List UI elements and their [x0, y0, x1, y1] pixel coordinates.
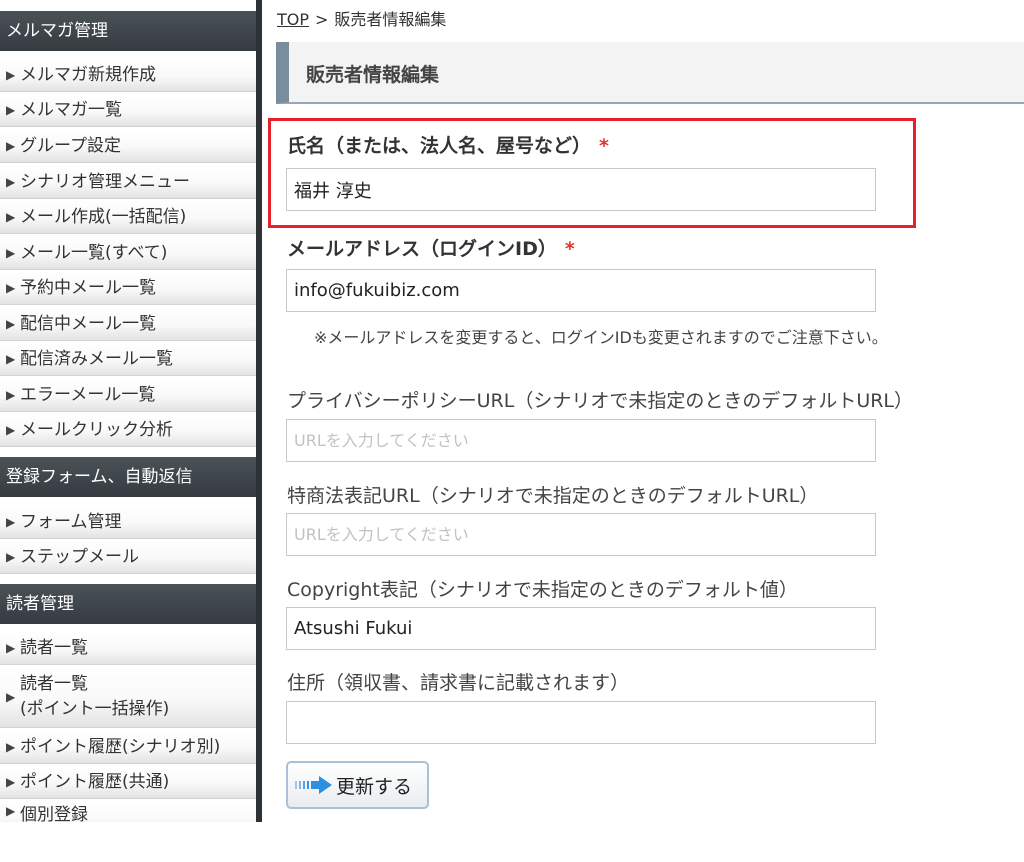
sidebar-item-label: 読者一覧 (ポイント一括操作): [20, 672, 169, 722]
required-mark: *: [599, 135, 609, 157]
update-button[interactable]: 更新する: [286, 761, 429, 809]
sidebar-item-reader-list[interactable]: ▶ 読者一覧: [0, 631, 256, 665]
tokusho-url-label: 特商法表記URL（シナリオで未指定のときのデフォルトURL）: [287, 485, 819, 507]
sidebar-item-mailmag-new[interactable]: ▶ メルマガ新規作成: [0, 59, 256, 92]
sidebar: メルマガ管理 ▶ メルマガ新規作成 ▶ メルマガ一覧 ▶ グループ設定 ▶ シナ…: [0, 0, 262, 862]
app-root: メルマガ管理 ▶ メルマガ新規作成 ▶ メルマガ一覧 ▶ グループ設定 ▶ シナ…: [0, 0, 1024, 862]
triangle-right-icon: ▶: [6, 774, 16, 789]
sidebar-divider: [256, 0, 262, 822]
triangle-right-icon: ▶: [6, 316, 16, 331]
email-label-text: メールアドレス（ログインID）: [287, 238, 557, 260]
triangle-right-icon: ▶: [6, 174, 16, 189]
sidebar-item-label: ステップメール: [20, 546, 139, 567]
tokusho-url-input[interactable]: [286, 513, 876, 556]
triangle-right-icon: ▶: [6, 280, 16, 295]
sidebar-item-scenario-menu[interactable]: ▶ シナリオ管理メニュー: [0, 165, 256, 199]
triangle-right-icon: ▶: [6, 387, 16, 402]
triangle-right-icon: ▶: [6, 138, 16, 153]
triangle-right-icon: ▶: [6, 209, 16, 224]
sidebar-item-label: 配信済みメール一覧: [20, 348, 173, 369]
sidebar-item-label: 読者一覧: [20, 637, 88, 658]
sidebar-item-label: フォーム管理: [20, 511, 122, 532]
copyright-input[interactable]: [286, 607, 876, 650]
email-input[interactable]: [286, 269, 876, 312]
breadcrumb-separator: >: [315, 10, 329, 29]
sidebar-item-label: グループ設定: [20, 135, 121, 156]
page-title-bar: 販売者情報編集: [276, 42, 1024, 104]
breadcrumb: TOP > 販売者情報編集: [277, 6, 446, 30]
sidebar-item-label: メールクリック分析: [20, 419, 173, 440]
page-title: 販売者情報編集: [306, 64, 440, 86]
sidebar-item-label-line1: 読者一覧: [20, 674, 88, 694]
sidebar-item-scheduled-mail[interactable]: ▶ 予約中メール一覧: [0, 271, 256, 305]
sidebar-item-click-analysis[interactable]: ▶ メールクリック分析: [0, 413, 256, 447]
arrow-right-icon: [295, 776, 332, 794]
sidebar-item-step-mail[interactable]: ▶ ステップメール: [0, 540, 256, 574]
triangle-right-icon: ▶: [6, 245, 16, 260]
sidebar-item-label: メルマガ一覧: [20, 100, 122, 120]
sidebar-item-label: 予約中メール一覧: [20, 277, 156, 298]
name-label-text: 氏名（または、法人名、屋号など）: [287, 135, 592, 157]
sidebar-item-mail-list-all[interactable]: ▶ メール一覧(すべて): [0, 236, 256, 270]
update-button-label: 更新する: [336, 775, 413, 798]
triangle-right-icon: ▶: [6, 68, 16, 82]
sidebar-item-sending-mail[interactable]: ▶ 配信中メール一覧: [0, 307, 256, 341]
sidebar-item-error-mail[interactable]: ▶ エラーメール一覧: [0, 378, 256, 412]
address-label: 住所（領収書、請求書に記載されます）: [287, 672, 630, 694]
name-label: 氏名（または、法人名、屋号など） *: [287, 131, 609, 158]
sidebar-section-header-mailmag: メルマガ管理: [0, 11, 256, 51]
triangle-right-icon: ▶: [6, 739, 16, 754]
copyright-label: Copyright表記（シナリオで未指定のときのデフォルト値）: [287, 579, 798, 601]
triangle-right-icon: ▶: [6, 351, 16, 366]
triangle-right-icon: ▶: [6, 514, 16, 529]
sidebar-section-header-readers: 読者管理: [0, 584, 256, 624]
sidebar-item-label: メール作成(一括配信): [20, 206, 187, 227]
sidebar-item-mailmag-list[interactable]: ▶ メルマガ一覧: [0, 94, 256, 127]
triangle-right-icon: ▶: [6, 422, 16, 437]
sidebar-bottom-fill: [0, 822, 262, 862]
sidebar-section-header-forms: 登録フォーム、自動返信: [0, 457, 256, 497]
triangle-right-icon: ▶: [6, 690, 16, 704]
triangle-right-icon: ▶: [6, 640, 16, 655]
triangle-right-icon: ▶: [6, 103, 16, 117]
sidebar-item-label: ポイント履歴(共通): [20, 771, 170, 792]
sidebar-item-group-settings[interactable]: ▶ グループ設定: [0, 129, 256, 163]
sidebar-item-point-history-scenario[interactable]: ▶ ポイント履歴(シナリオ別): [0, 730, 256, 764]
sidebar-item-label: ポイント履歴(シナリオ別): [20, 736, 221, 757]
triangle-right-icon: ▶: [6, 549, 16, 564]
address-input[interactable]: [286, 701, 876, 744]
sidebar-item-label: シナリオ管理メニュー: [20, 171, 190, 192]
name-input[interactable]: [286, 168, 876, 211]
sidebar-item-label: エラーメール一覧: [20, 384, 156, 405]
sidebar-item-label: メルマガ新規作成: [20, 65, 156, 85]
sidebar-item-label: 配信中メール一覧: [20, 313, 156, 334]
breadcrumb-top-link[interactable]: TOP: [277, 10, 309, 29]
sidebar-item-point-history-common[interactable]: ▶ ポイント履歴(共通): [0, 765, 256, 799]
sidebar-item-label-line2: (ポイント一括操作): [20, 699, 170, 719]
email-change-note: ※メールアドレスを変更すると、ログインIDも変更されますのでご注意下さい。: [314, 328, 888, 347]
email-label: メールアドレス（ログインID） *: [287, 234, 575, 261]
privacy-url-input[interactable]: [286, 419, 876, 462]
sidebar-item-sent-mail[interactable]: ▶ 配信済みメール一覧: [0, 342, 256, 376]
breadcrumb-current: 販売者情報編集: [334, 10, 447, 29]
sidebar-item-reader-list-points[interactable]: ▶ 読者一覧 (ポイント一括操作): [0, 667, 256, 728]
sidebar-item-mail-create[interactable]: ▶ メール作成(一括配信): [0, 200, 256, 234]
required-mark: *: [564, 238, 575, 260]
sidebar-item-form-management[interactable]: ▶ フォーム管理: [0, 505, 256, 539]
triangle-right-icon: ▶: [6, 804, 16, 818]
sidebar-item-label: メール一覧(すべて): [20, 242, 168, 263]
privacy-url-label: プライバシーポリシーURL（シナリオで未指定のときのデフォルトURL）: [287, 390, 914, 412]
